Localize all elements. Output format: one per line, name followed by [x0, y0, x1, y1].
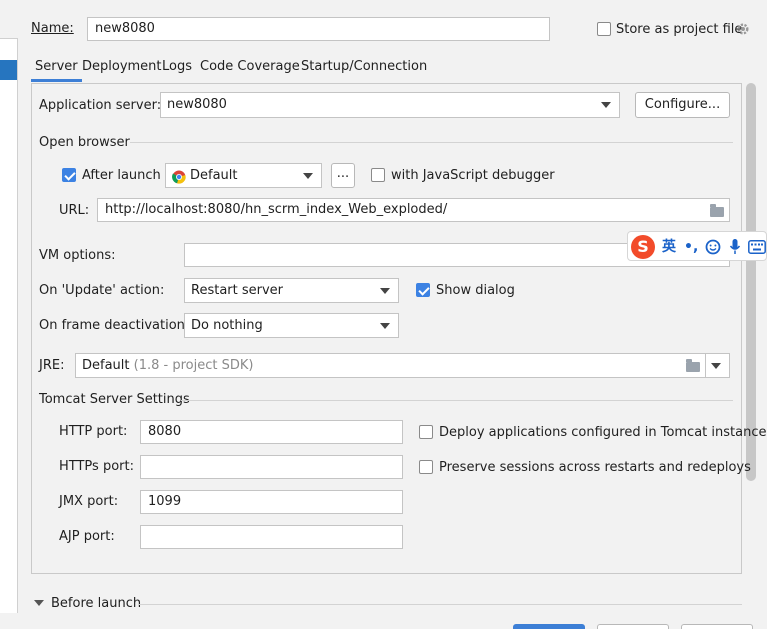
- open-browser-heading: Open browser: [39, 135, 130, 150]
- ime-language-toggle[interactable]: 英: [662, 238, 676, 256]
- jre-hint: (1.8 - project SDK): [133, 358, 254, 373]
- show-dialog-label: Show dialog: [436, 283, 515, 298]
- on-frame-value: Do nothing: [191, 318, 263, 333]
- sogou-logo-icon[interactable]: S: [631, 235, 655, 259]
- tab-server[interactable]: Server: [31, 58, 82, 82]
- chevron-down-icon: [601, 102, 611, 108]
- preserve-sessions-checkbox[interactable]: [419, 460, 433, 474]
- url-value: http://localhost:8080/hn_scrm_index_Web_…: [105, 202, 448, 217]
- tab-deployment[interactable]: Deployment: [82, 58, 162, 82]
- keyboard-icon[interactable]: [748, 240, 766, 254]
- folder-icon[interactable]: [710, 204, 724, 217]
- url-label: URL:: [59, 203, 90, 218]
- https-port-label: HTTPs port:: [59, 459, 134, 474]
- deploy-apps-label: Deploy applications configured in Tomcat…: [439, 425, 767, 440]
- http-port-label: HTTP port:: [59, 424, 128, 439]
- tab-logs[interactable]: Logs: [162, 58, 192, 82]
- open-browser-divider: [130, 142, 733, 143]
- tab-startup-connection[interactable]: Startup/Connection: [301, 58, 427, 82]
- js-debugger-checkbox[interactable]: [371, 168, 385, 182]
- app-server-value: new8080: [167, 97, 227, 112]
- preserve-sessions-label: Preserve sessions across restarts and re…: [439, 460, 751, 475]
- jre-label: JRE:: [39, 358, 65, 373]
- before-launch-divider: [138, 604, 742, 605]
- ajp-port-input[interactable]: [140, 525, 403, 549]
- tree-selected-item[interactable]: [0, 60, 17, 80]
- jre-select[interactable]: Default (1.8 - project SDK): [75, 353, 730, 378]
- configure-button[interactable]: Configure...: [635, 92, 730, 118]
- on-update-label: On 'Update' action:: [39, 283, 165, 298]
- name-label: Name:: [31, 21, 74, 36]
- on-frame-label: On frame deactivation:: [39, 318, 190, 333]
- run-config-tree[interactable]: [0, 38, 18, 613]
- emoji-icon[interactable]: [705, 239, 721, 255]
- on-update-value: Restart server: [191, 283, 284, 298]
- ajp-port-label: AJP port:: [59, 529, 115, 544]
- jre-value: Default: [82, 358, 130, 373]
- app-server-select[interactable]: new8080: [160, 92, 620, 118]
- microphone-icon[interactable]: [729, 238, 741, 256]
- tomcat-settings-heading: Tomcat Server Settings: [39, 392, 190, 407]
- vm-options-label: VM options:: [39, 248, 116, 263]
- after-launch-checkbox[interactable]: [62, 168, 76, 182]
- browser-value: Default: [190, 168, 238, 183]
- app-server-label: Application server:: [39, 98, 162, 113]
- chevron-down-icon: [303, 173, 313, 179]
- jre-divider: [705, 354, 706, 377]
- tomcat-settings-divider: [181, 400, 733, 401]
- ime-toolbar[interactable]: S 英 •,: [627, 231, 767, 261]
- chevron-down-icon: [380, 323, 390, 329]
- name-input[interactable]: new8080: [87, 17, 550, 41]
- store-as-project-checkbox[interactable]: [597, 22, 611, 36]
- folder-icon[interactable]: [686, 359, 700, 372]
- jmx-port-input[interactable]: 1099: [140, 490, 403, 514]
- apply-button[interactable]: [681, 624, 753, 629]
- collapse-triangle-icon[interactable]: [34, 600, 44, 606]
- cancel-button[interactable]: [597, 624, 669, 629]
- on-update-select[interactable]: Restart server: [184, 278, 399, 303]
- vertical-scrollbar[interactable]: [746, 83, 756, 481]
- before-launch-label[interactable]: Before launch: [51, 596, 141, 612]
- browser-select[interactable]: Default: [165, 163, 322, 188]
- on-frame-select[interactable]: Do nothing: [184, 313, 399, 338]
- deploy-apps-checkbox[interactable]: [419, 425, 433, 439]
- gear-icon[interactable]: [736, 22, 750, 36]
- js-debugger-label: with JavaScript debugger: [391, 168, 555, 183]
- jmx-port-label: JMX port:: [59, 494, 119, 509]
- ime-punctuation-toggle[interactable]: •,: [684, 238, 698, 256]
- chrome-icon: [172, 169, 186, 192]
- browser-settings-button[interactable]: ...: [331, 163, 355, 188]
- url-input[interactable]: http://localhost:8080/hn_scrm_index_Web_…: [97, 198, 730, 222]
- ok-button[interactable]: [513, 624, 585, 629]
- chevron-down-icon: [711, 363, 721, 369]
- store-as-project-label: Store as project file: [616, 22, 743, 37]
- http-port-input[interactable]: 8080: [140, 420, 403, 444]
- chevron-down-icon: [380, 288, 390, 294]
- after-launch-label: After launch: [82, 168, 161, 183]
- show-dialog-checkbox[interactable]: [416, 283, 430, 297]
- tab-code-coverage[interactable]: Code Coverage: [200, 58, 300, 82]
- https-port-input[interactable]: [140, 455, 403, 479]
